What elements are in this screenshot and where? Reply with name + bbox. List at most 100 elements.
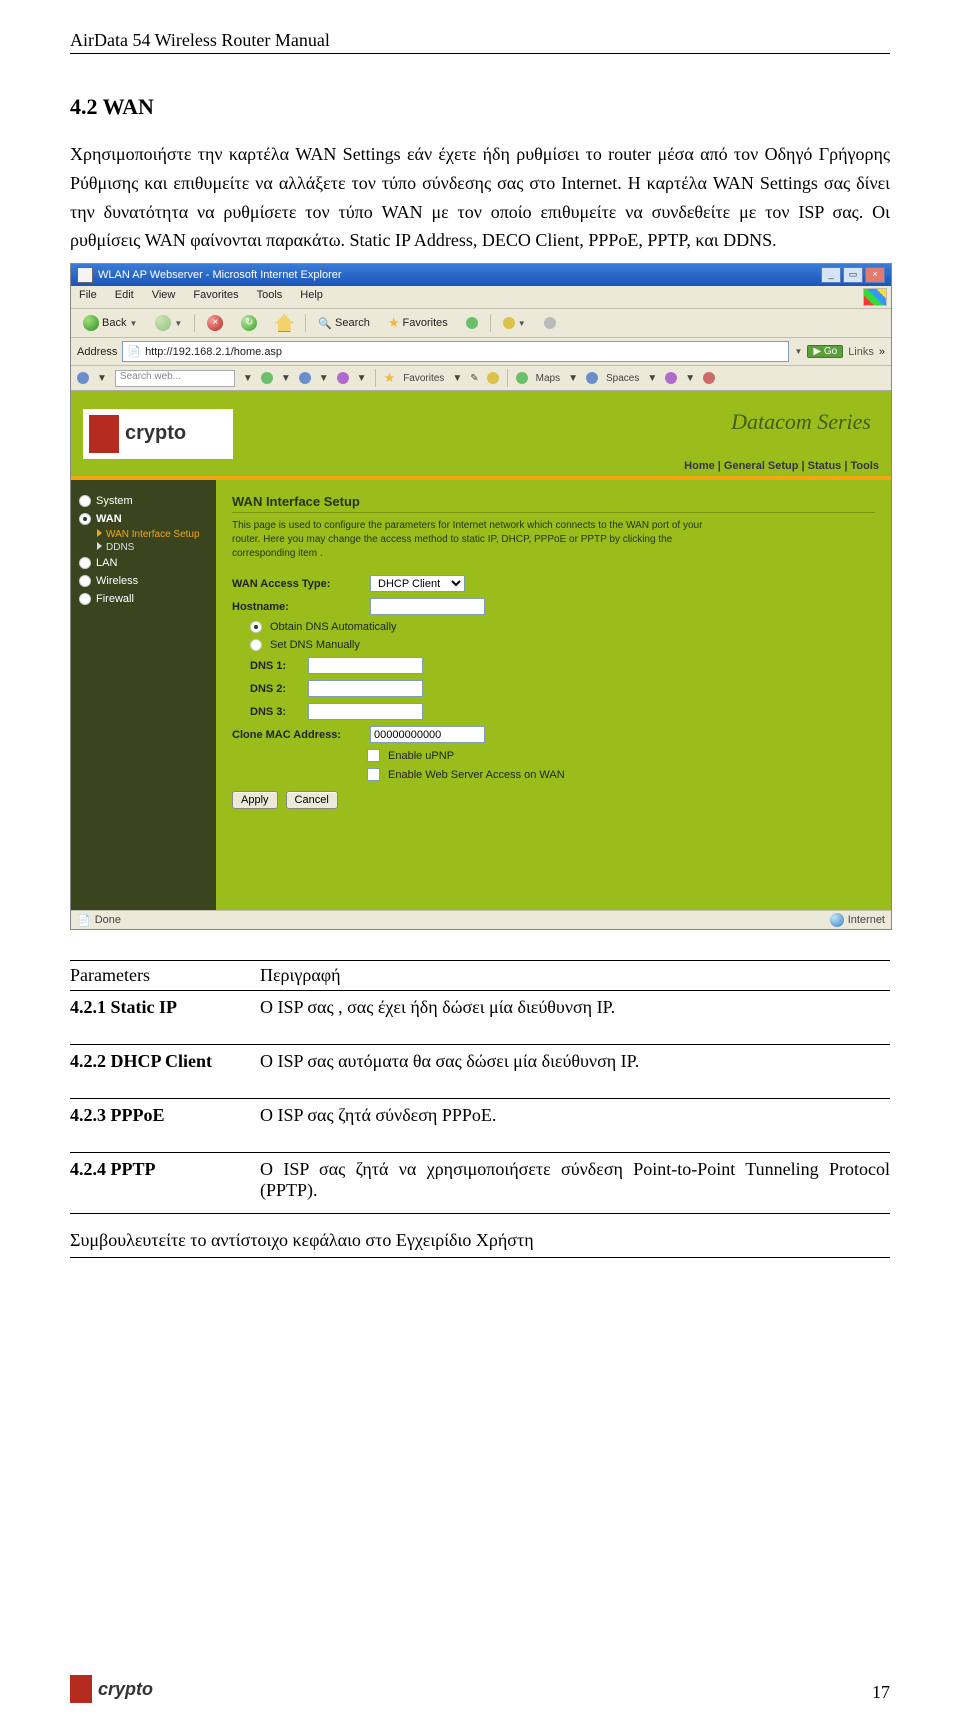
chevron-down-icon: ▼ — [129, 319, 137, 328]
status-zone: Internet — [848, 914, 885, 926]
webwan-label: Enable Web Server Access on WAN — [388, 769, 565, 781]
dns2-label: DNS 2: — [232, 683, 300, 695]
ie-page-icon — [77, 267, 93, 283]
param-row-pptp: 4.2.4 PPTP Ο ISP σας ζητά να χρησιμοποιή… — [70, 1153, 890, 1207]
radio-icon — [79, 593, 91, 605]
extra-favorites[interactable]: Favorites — [403, 373, 444, 384]
pencil-icon[interactable]: ✎ — [470, 373, 478, 384]
stop-icon: × — [207, 315, 223, 331]
sidebar-item-lan[interactable]: LAN — [79, 554, 208, 572]
mail-button[interactable]: ▼ — [497, 315, 532, 331]
dns3-input[interactable] — [308, 703, 423, 720]
links-label[interactable]: Links — [848, 346, 874, 358]
router-logo: crypto — [83, 409, 233, 459]
embedded-screenshot: WLAN AP Webserver - Microsoft Internet E… — [70, 263, 892, 930]
favorites-label: Favorites — [403, 317, 448, 329]
home-button[interactable] — [269, 312, 299, 334]
favorites-button[interactable]: ★ Favorites — [382, 313, 454, 333]
shield-icon[interactable] — [261, 372, 273, 384]
param-name: 4.2.4 PPTP — [70, 1159, 260, 1201]
cancel-button[interactable]: Cancel — [286, 791, 338, 809]
webwan-checkbox[interactable] — [367, 768, 380, 781]
footer-logo-text: crypto — [98, 1679, 153, 1700]
hostname-input[interactable] — [370, 598, 485, 615]
dns1-input[interactable] — [308, 657, 423, 674]
phish-icon[interactable] — [337, 372, 349, 384]
clone-mac-label: Clone MAC Address: — [232, 729, 362, 741]
forward-icon — [155, 315, 171, 331]
forward-button[interactable]: ▼ — [149, 313, 188, 333]
menu-tools[interactable]: Tools — [253, 288, 287, 306]
extra-maps[interactable]: Maps — [536, 373, 560, 384]
page-icon: 📄 — [127, 345, 141, 358]
back-label: Back — [102, 317, 126, 329]
toolbar-search-input[interactable]: Search web... — [115, 370, 235, 387]
back-button[interactable]: Back ▼ — [77, 313, 143, 333]
maximize-button[interactable]: ▭ — [843, 267, 863, 283]
param-head-right: Περιγραφή — [260, 965, 890, 986]
hostname-label: Hostname: — [232, 601, 362, 613]
router-sidebar: System WAN WAN Interface Setup DDNS LAN … — [71, 480, 216, 910]
mail-icon — [503, 317, 515, 329]
wan-access-select[interactable]: DHCP Client — [370, 575, 465, 592]
menu-file[interactable]: File — [75, 288, 101, 306]
internet-zone-icon — [830, 913, 844, 927]
search-button[interactable]: 🔍 Search — [312, 315, 376, 332]
radio-icon[interactable] — [250, 639, 262, 651]
sidebar-item-wan[interactable]: WAN — [79, 510, 208, 528]
sidebar-sub-ddns[interactable]: DDNS — [97, 541, 208, 554]
radio-selected-icon[interactable] — [250, 621, 262, 633]
apply-button[interactable]: Apply — [232, 791, 278, 809]
extra-spaces[interactable]: Spaces — [606, 373, 639, 384]
sidebar-item-system[interactable]: System — [79, 492, 208, 510]
clone-mac-input[interactable] — [370, 726, 485, 743]
minimize-button[interactable]: _ — [821, 267, 841, 283]
sidebar-item-wireless[interactable]: Wireless — [79, 572, 208, 590]
sidebar-item-firewall[interactable]: Firewall — [79, 590, 208, 608]
address-label: Address — [77, 346, 117, 358]
dns2-input[interactable] — [308, 680, 423, 697]
param-desc: Ο ISP σας ζητά σύνδεση PPPoE. — [260, 1105, 890, 1126]
warn-icon[interactable] — [703, 372, 715, 384]
menu-edit[interactable]: Edit — [111, 288, 138, 306]
menu-favorites[interactable]: Favorites — [189, 288, 242, 306]
popup-icon[interactable] — [299, 372, 311, 384]
status-done: Done — [95, 914, 121, 926]
page-done-icon: 📄 — [77, 914, 91, 927]
highlight-icon[interactable] — [487, 372, 499, 384]
radio-icon — [79, 495, 91, 507]
logo-square-icon — [89, 415, 119, 453]
close-button[interactable]: × — [865, 267, 885, 283]
dns-manual-label: Set DNS Manually — [270, 639, 360, 651]
address-input[interactable]: 📄 http://192.168.2.1/home.asp — [122, 341, 789, 362]
param-row-static-ip: 4.2.1 Static IP Ο ISP σας , σας έχει ήδη… — [70, 991, 890, 1045]
print-button[interactable] — [538, 315, 562, 331]
document-header: AirData 54 Wireless Router Manual — [70, 30, 890, 54]
param-head-left: Parameters — [70, 965, 260, 986]
media-button[interactable] — [460, 315, 484, 331]
menu-help[interactable]: Help — [296, 288, 327, 306]
router-top-nav[interactable]: Home | General Setup | Status | Tools — [684, 460, 879, 472]
refresh-button[interactable]: ↻ — [235, 313, 263, 333]
sidebar-sub-wan-interface[interactable]: WAN Interface Setup — [97, 528, 208, 541]
upnp-checkbox[interactable] — [367, 749, 380, 762]
msn-icon[interactable] — [665, 372, 677, 384]
go-button[interactable]: ▶ Go — [807, 345, 843, 358]
form-intro: This page is used to configure the param… — [232, 519, 732, 561]
param-name: 4.2.2 DHCP Client — [70, 1051, 260, 1072]
search-icon: 🔍 — [318, 317, 332, 330]
links-chevron-icon: » — [879, 346, 885, 358]
address-dropdown-icon[interactable]: ▼ — [794, 347, 802, 356]
param-name: 4.2.3 PPPoE — [70, 1105, 260, 1126]
router-page: crypto Datacom Series Home | General Set… — [71, 391, 891, 910]
chevron-down-icon: ▼ — [174, 319, 182, 328]
menu-view[interactable]: View — [148, 288, 180, 306]
windows-flag-icon — [863, 288, 887, 306]
footer-logo-icon — [70, 1675, 92, 1703]
param-row-dhcp: 4.2.2 DHCP Client Ο ISP σας αυτόματα θα … — [70, 1045, 890, 1099]
toolbar-separator — [490, 314, 491, 332]
stop-button[interactable]: × — [201, 313, 229, 333]
upnp-label: Enable uPNP — [388, 750, 454, 762]
page-number: 17 — [872, 1682, 890, 1703]
tail-note: Συμβουλευτείτε το αντίστοιχο κεφάλαιο στ… — [70, 1220, 890, 1258]
